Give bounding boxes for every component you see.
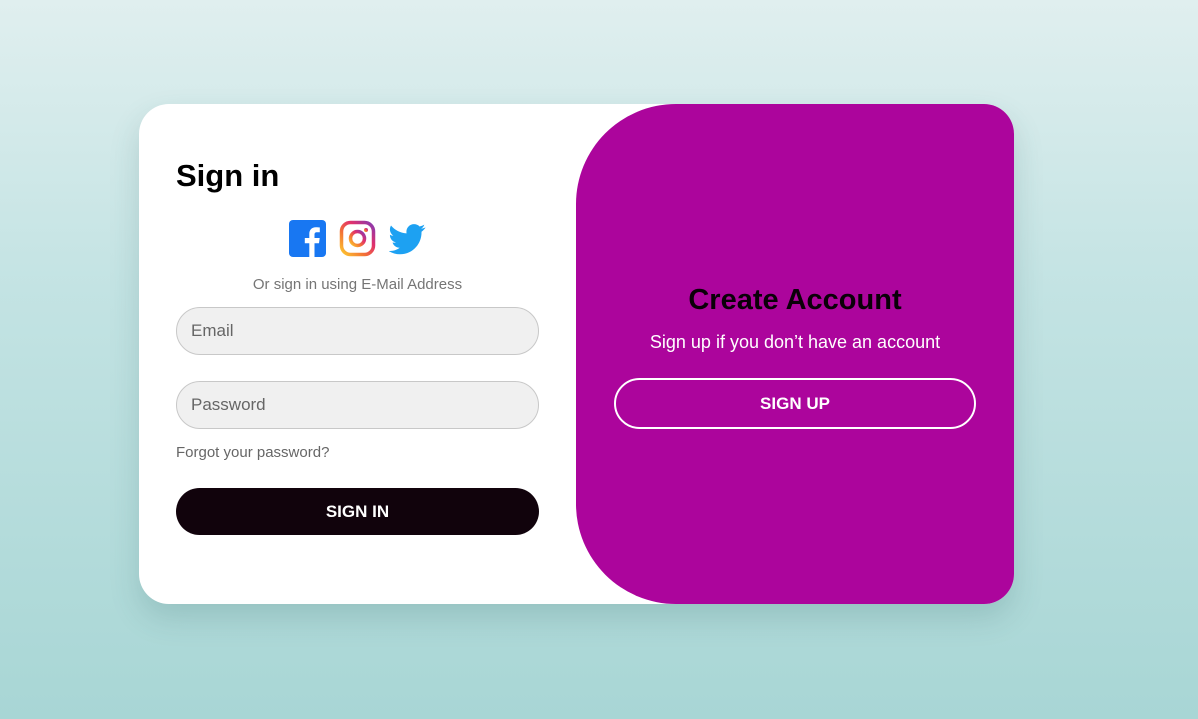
signup-panel: Create Account Sign up if you don’t have… — [576, 104, 1014, 604]
social-login-row — [289, 219, 426, 257]
signup-button[interactable]: SIGN UP — [614, 378, 976, 429]
alt-signin-text: Or sign in using E-Mail Address — [252, 276, 463, 293]
twitter-icon[interactable] — [389, 220, 426, 257]
instagram-icon[interactable] — [339, 220, 376, 257]
signin-panel: Sign in Or sign in using E-Mail Address … — [139, 104, 576, 604]
signin-title: Sign in — [176, 158, 280, 193]
forgot-password-link[interactable]: Forgot your password? — [176, 444, 329, 461]
auth-card: Sign in Or sign in using E-Mail Address … — [139, 104, 1014, 604]
password-field[interactable] — [176, 381, 539, 429]
signup-subtitle: Sign up if you don’t have an account — [649, 332, 941, 352]
create-account-title: Create Account — [688, 284, 902, 316]
facebook-icon[interactable] — [289, 219, 326, 257]
signin-button[interactable]: SIGN IN — [176, 488, 539, 535]
email-field[interactable] — [176, 307, 539, 355]
